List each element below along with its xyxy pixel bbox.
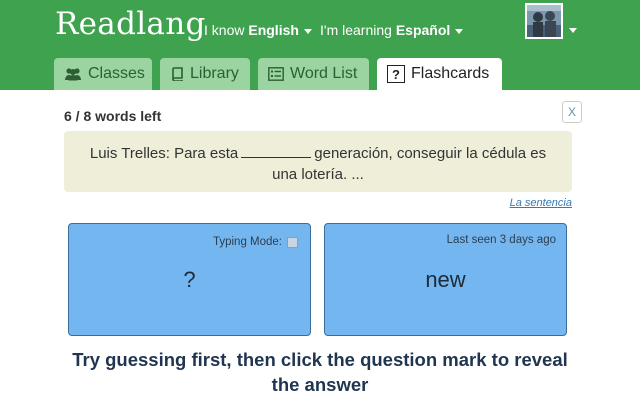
words-left-counter: 6 / 8 words left bbox=[64, 108, 162, 124]
brand-logo[interactable]: Readlang bbox=[55, 6, 206, 42]
typing-mode-toggle[interactable]: Typing Mode: bbox=[213, 236, 298, 248]
guess-hint-text: Try guessing first, then click the quest… bbox=[72, 349, 568, 395]
list-icon bbox=[268, 67, 284, 81]
typing-mode-label: Typing Mode: bbox=[212, 236, 282, 248]
tab-word-list[interactable]: Word List bbox=[258, 58, 369, 90]
flashcard-word-text: new bbox=[425, 267, 466, 292]
tab-flashcards-label: Flashcards bbox=[411, 65, 490, 82]
sentence-context-box: Luis Trelles: Para esta generación, conse… bbox=[64, 131, 572, 192]
user-avatar[interactable] bbox=[525, 3, 563, 39]
learning-language-value: Español bbox=[395, 22, 451, 38]
flashcard-word: Last seen 3 days ago new bbox=[324, 223, 567, 336]
sentence-after-blank: generación, conseguir la cédula es una l… bbox=[272, 145, 547, 183]
users-icon bbox=[65, 68, 81, 81]
known-language-prefix: I know bbox=[204, 22, 245, 38]
caret-down-icon bbox=[455, 28, 464, 34]
sentence-before-blank: Luis Trelles: Para esta bbox=[89, 145, 239, 162]
typing-mode-checkbox[interactable] bbox=[287, 236, 298, 248]
sentence-link[interactable]: La sentencia bbox=[510, 197, 572, 209]
reveal-answer-question-mark[interactable]: ? bbox=[69, 267, 310, 293]
tab-library[interactable]: Library bbox=[160, 58, 250, 90]
avatar-image bbox=[527, 5, 561, 37]
known-language-value: English bbox=[248, 22, 299, 38]
last-seen-label: Last seen 3 days ago bbox=[446, 234, 556, 246]
learning-language-dropdown[interactable]: I'm learning Español bbox=[320, 22, 464, 38]
tab-classes-label: Classes bbox=[88, 65, 145, 82]
tab-flashcards[interactable]: ? Flashcards bbox=[377, 58, 502, 90]
caret-down-icon bbox=[303, 28, 312, 34]
avatar-caret-down-icon[interactable] bbox=[569, 28, 577, 33]
book-icon bbox=[172, 67, 183, 81]
tab-word-list-label: Word List bbox=[290, 65, 358, 82]
sentence-blank bbox=[241, 148, 312, 158]
question-box-icon: ? bbox=[387, 65, 405, 83]
known-language-dropdown[interactable]: I know English bbox=[204, 22, 312, 38]
flashcard-front[interactable]: Typing Mode: ? bbox=[68, 223, 311, 336]
learning-language-prefix: I'm learning bbox=[320, 22, 392, 38]
tab-library-label: Library bbox=[190, 65, 239, 82]
tab-classes[interactable]: Classes bbox=[54, 58, 152, 90]
close-button[interactable]: X bbox=[562, 101, 582, 123]
top-header: Readlang I know English I'm learning Esp… bbox=[0, 0, 640, 90]
